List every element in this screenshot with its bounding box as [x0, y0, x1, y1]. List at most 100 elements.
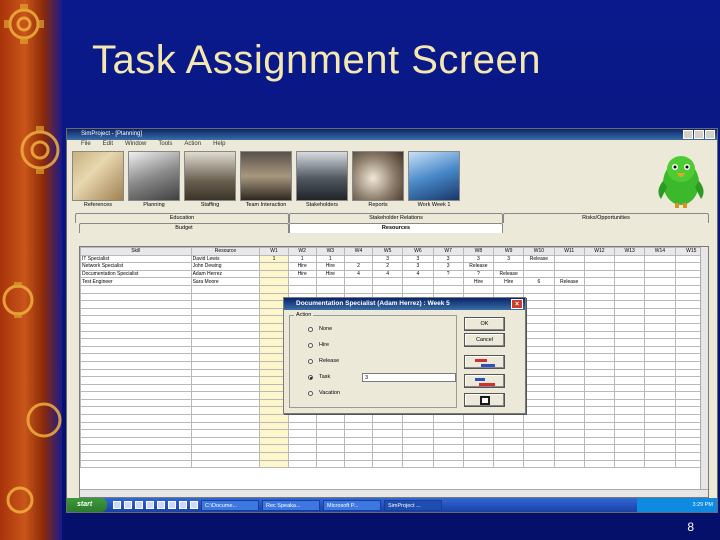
gantt-view-button[interactable]	[464, 355, 505, 369]
grid-cell[interactable]: Hire	[315, 262, 345, 271]
grid-cell[interactable]	[343, 414, 374, 423]
grid-cell[interactable]	[553, 300, 585, 309]
grid-cell[interactable]	[80, 322, 192, 332]
grid-cell[interactable]: Hire	[493, 277, 525, 286]
toolbar-button-planning[interactable]: Planning	[127, 151, 181, 211]
grid-cell[interactable]: John Dewing	[190, 262, 261, 271]
grid-cell[interactable]	[644, 383, 676, 393]
quick-launch-icon[interactable]	[168, 501, 176, 509]
grid-cell[interactable]	[523, 322, 555, 332]
grid-cell[interactable]	[343, 284, 374, 294]
grid-cell[interactable]	[614, 436, 646, 446]
table-row[interactable]: Network Specialist John Dewing Hire Hire 2 2 3…	[80, 262, 709, 271]
toolbar-button-stakeholders[interactable]: Stakeholders	[295, 151, 349, 211]
grid-cell[interactable]	[80, 436, 192, 446]
radio-none[interactable]: None	[308, 326, 332, 332]
taskbar-item[interactable]: Rec Speaka...	[262, 499, 320, 511]
table-row[interactable]: Documentation Specialist Adam Herrez Hire H…	[80, 269, 709, 279]
grid-cell[interactable]	[523, 284, 555, 294]
grid-cell[interactable]	[583, 315, 616, 324]
grid-cell[interactable]	[523, 421, 555, 431]
grid-cell[interactable]	[523, 452, 555, 461]
grid-cell[interactable]	[80, 421, 192, 431]
grid-cell[interactable]	[190, 360, 261, 370]
grid-cell[interactable]	[614, 376, 646, 385]
grid-cell[interactable]	[614, 368, 646, 378]
grid-cell[interactable]	[80, 398, 192, 408]
grid-cell[interactable]	[644, 330, 676, 340]
grid-cell[interactable]	[523, 269, 555, 279]
grid-cell[interactable]: 4	[343, 269, 374, 279]
table-row[interactable]	[80, 452, 709, 461]
grid-cell[interactable]	[190, 421, 261, 431]
grid-cell[interactable]	[553, 307, 585, 317]
grid-cell[interactable]: 2	[372, 262, 404, 271]
grid-cell[interactable]	[553, 368, 585, 378]
grid-cell[interactable]	[372, 421, 404, 431]
grid-cell[interactable]	[523, 368, 555, 378]
grid-cell[interactable]	[462, 421, 495, 431]
grid-cell[interactable]	[80, 300, 192, 309]
cancel-button[interactable]: Cancel	[464, 333, 505, 347]
grid-cell[interactable]	[80, 307, 192, 317]
grid-cell[interactable]: Hire	[287, 262, 317, 271]
grid-cell[interactable]	[553, 254, 585, 264]
grid-cell[interactable]: David Lewis	[190, 254, 261, 264]
grid-cell[interactable]: Documentation Specialist	[80, 269, 192, 279]
grid-cell[interactable]	[644, 398, 676, 408]
grid-cell[interactable]	[553, 421, 585, 431]
grid-cell[interactable]	[614, 300, 646, 309]
grid-cell[interactable]	[190, 284, 261, 294]
grid-cell[interactable]	[553, 414, 585, 423]
grid-cell[interactable]	[432, 414, 464, 423]
grid-cell[interactable]	[190, 330, 261, 340]
grid-cell[interactable]	[644, 360, 676, 370]
grid-cell[interactable]	[553, 383, 585, 393]
grid-cell[interactable]	[259, 277, 289, 286]
grid-cell[interactable]: 4	[372, 269, 404, 279]
grid-cell[interactable]	[583, 338, 616, 347]
grid-cell[interactable]	[80, 444, 192, 454]
grid-cell[interactable]	[190, 307, 261, 317]
grid-cell[interactable]	[190, 436, 261, 446]
grid-cell[interactable]	[402, 452, 434, 461]
grid-cell[interactable]	[372, 414, 404, 423]
tab-risks-opportunities[interactable]: Risks/Opportunities	[503, 213, 709, 223]
grid-cell[interactable]	[190, 368, 261, 378]
grid-cell[interactable]	[259, 269, 289, 279]
grid-cell[interactable]	[259, 459, 289, 469]
grid-cell[interactable]: 4	[402, 269, 434, 279]
grid-cell[interactable]	[644, 459, 676, 469]
grid-cell[interactable]	[80, 383, 192, 393]
grid-cell[interactable]	[614, 292, 646, 302]
grid-cell[interactable]	[523, 262, 555, 271]
grid-cell[interactable]	[614, 322, 646, 332]
toolbar-button-staffing[interactable]: Staffing	[183, 151, 237, 211]
grid-cell[interactable]: Hire	[287, 269, 317, 279]
grid-cell[interactable]	[402, 414, 434, 423]
grid-cell[interactable]	[190, 414, 261, 423]
grid-cell[interactable]	[259, 429, 289, 438]
grid-cell[interactable]	[343, 254, 374, 264]
table-row[interactable]	[80, 444, 709, 454]
grid-cell[interactable]	[343, 421, 374, 431]
grid-cell[interactable]	[614, 307, 646, 317]
grid-cell[interactable]	[614, 414, 646, 423]
grid-cell[interactable]	[583, 452, 616, 461]
grid-cell[interactable]	[583, 459, 616, 469]
quick-launch-icon[interactable]	[179, 501, 187, 509]
grid-cell[interactable]	[287, 436, 317, 446]
grid-cell[interactable]	[315, 421, 345, 431]
grid-cell[interactable]	[402, 429, 434, 438]
grid-cell[interactable]	[462, 284, 495, 294]
grid-cell[interactable]	[80, 284, 192, 294]
grid-cell[interactable]	[523, 353, 555, 362]
grid-cell[interactable]	[432, 429, 464, 438]
grid-cell[interactable]	[583, 254, 616, 264]
grid-cell[interactable]	[80, 391, 192, 400]
grid-cell[interactable]	[190, 391, 261, 400]
grid-cell[interactable]	[644, 292, 676, 302]
quick-launch-icon[interactable]	[190, 501, 198, 509]
grid-cell[interactable]	[553, 269, 585, 279]
grid-cell[interactable]	[614, 406, 646, 416]
